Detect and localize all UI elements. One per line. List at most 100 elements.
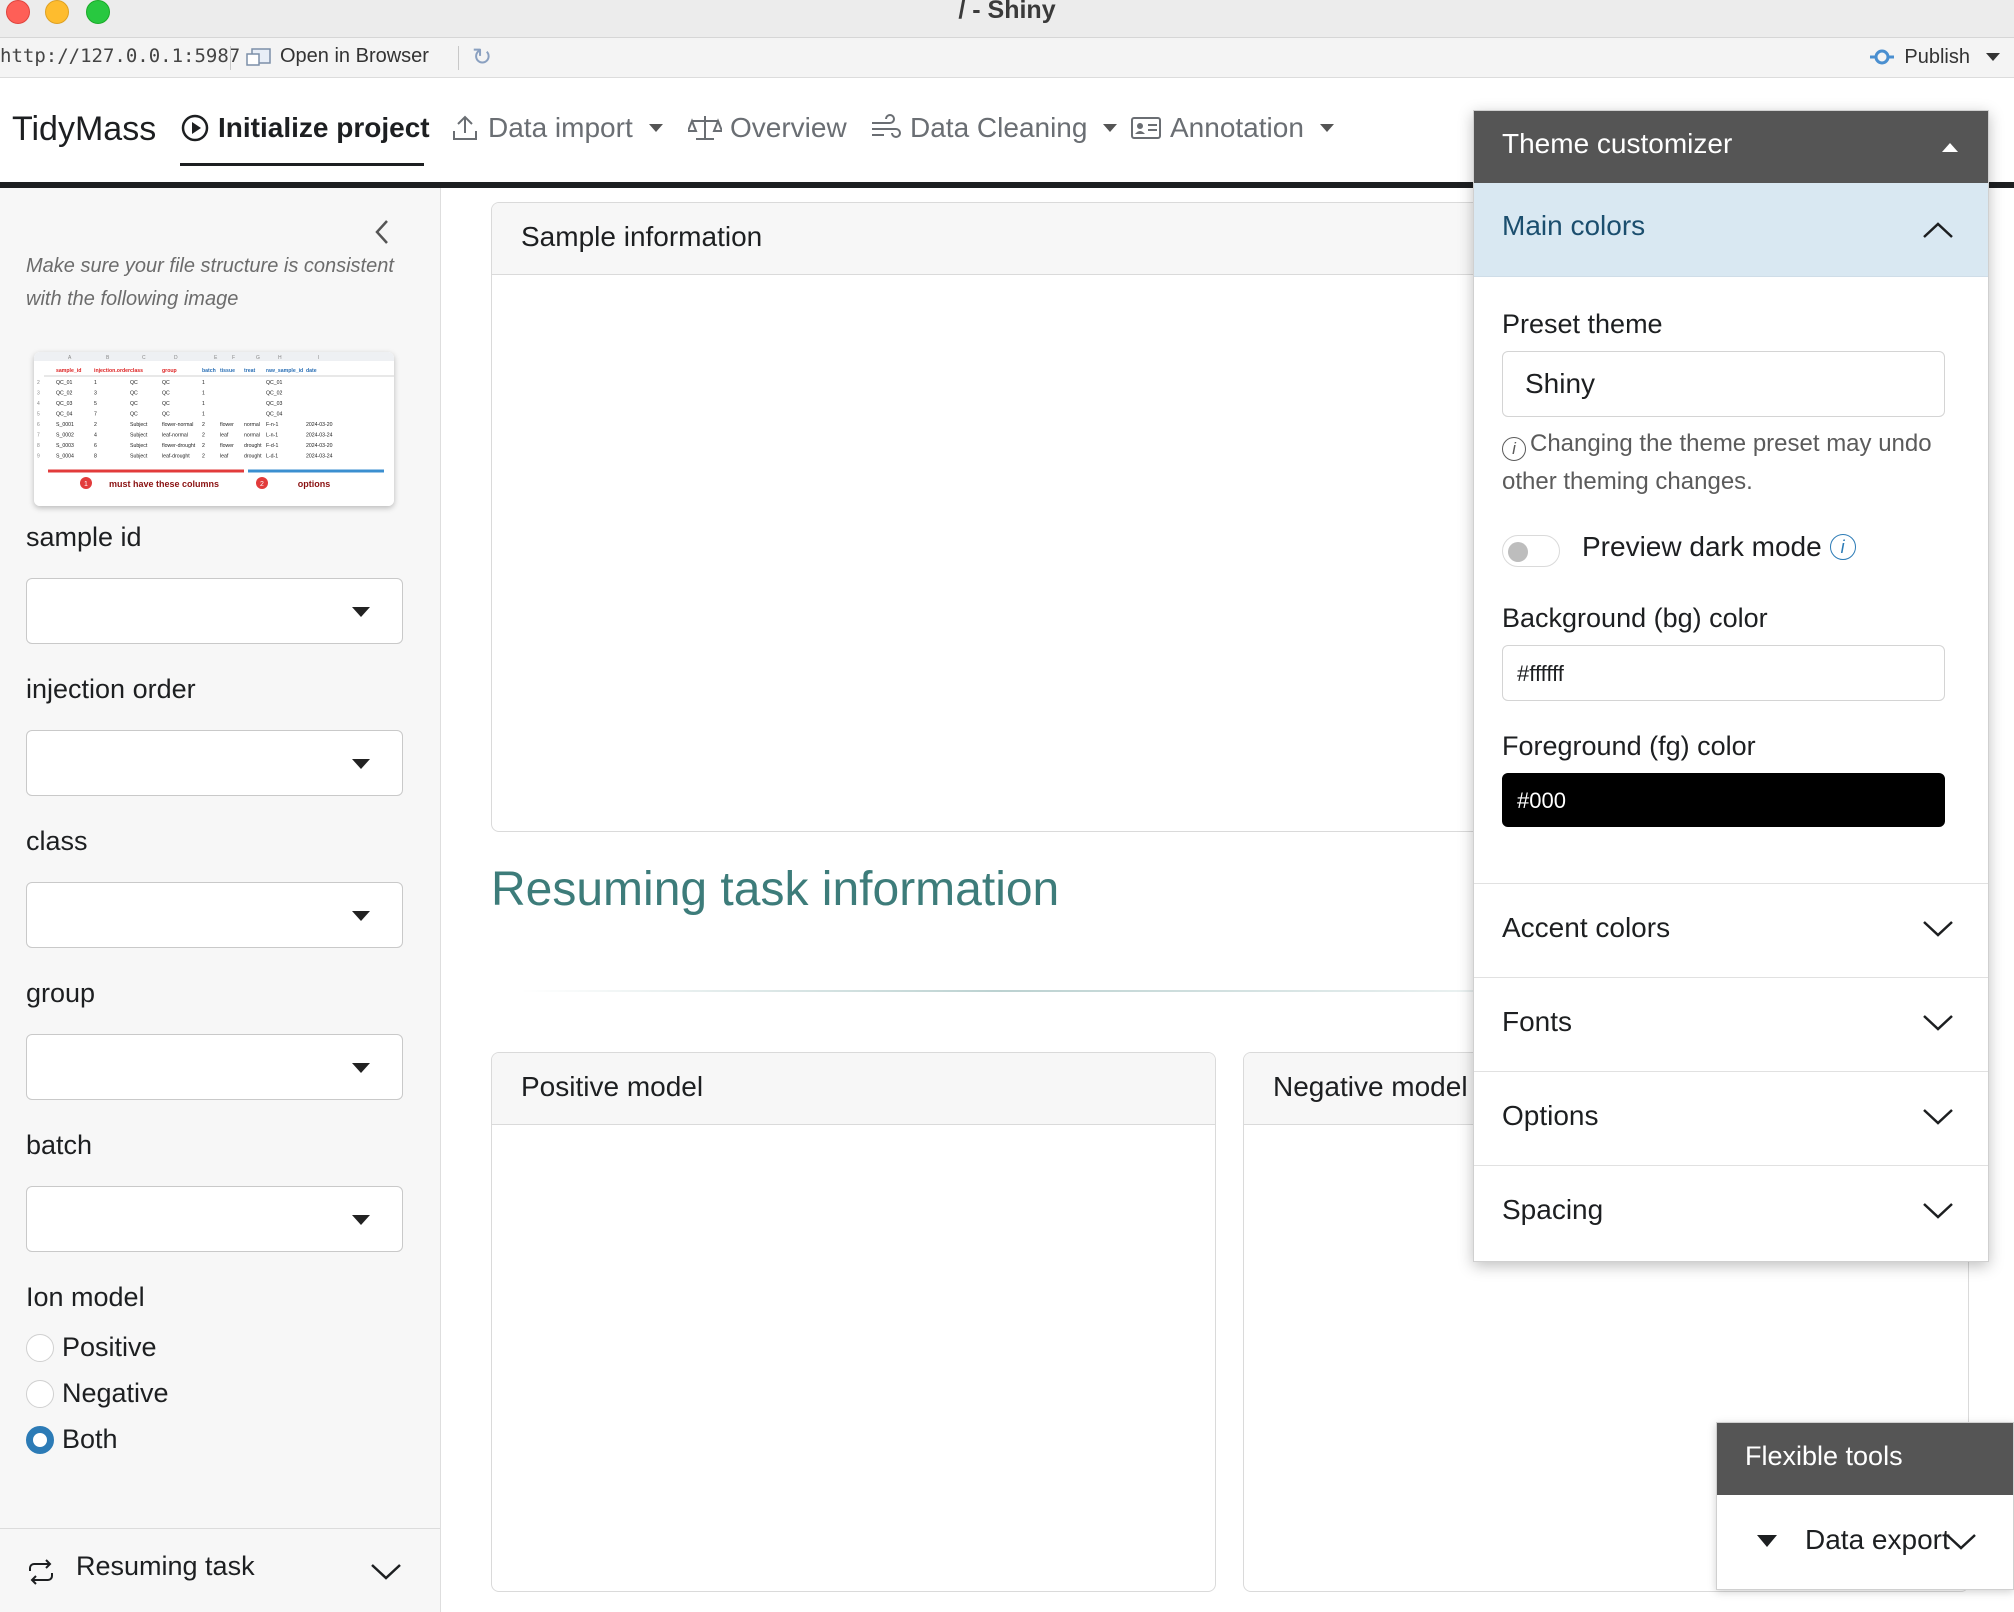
radio-label: Positive — [62, 1332, 157, 1362]
example-cell: QC — [162, 412, 170, 418]
flexible-tools-header[interactable]: Flexible tools — [1717, 1423, 2013, 1495]
preset-help-message: Changing the theme preset may undo other… — [1502, 430, 1932, 495]
refresh-icon[interactable]: ↻ — [472, 43, 492, 72]
row-number: 8 — [37, 443, 40, 449]
brand-title[interactable]: TidyMass — [12, 110, 156, 149]
chevron-down-icon — [1923, 1109, 1953, 1125]
preset-theme-value: Shiny — [1525, 368, 1596, 399]
bg-color-input[interactable]: #ffffff — [1502, 645, 1945, 701]
example-cell: 2 — [202, 433, 205, 439]
theme-customizer-header[interactable]: Theme customizer — [1474, 111, 1988, 183]
wind-icon — [872, 114, 901, 138]
example-cell: QC — [162, 401, 170, 407]
example-cell: 2 — [202, 454, 205, 460]
chevron-down-icon — [352, 911, 370, 921]
nav-label: Data Cleaning — [910, 112, 1088, 143]
spacing-accordion[interactable]: Spacing — [1474, 1165, 1988, 1259]
row-number: 6 — [37, 422, 40, 428]
bg-color-label: Background (bg) color — [1502, 603, 1768, 633]
chevron-down-icon — [1923, 921, 1953, 937]
example-cell: 1 — [202, 380, 205, 386]
positive-model-title: Positive model — [521, 1071, 704, 1102]
ion-model-label: Ion model — [26, 1282, 145, 1312]
example-column-header: sample_id — [56, 368, 81, 374]
example-column-header: batch — [202, 368, 216, 374]
injection-order-select[interactable] — [26, 730, 403, 796]
example-cell: QC — [162, 380, 170, 386]
info-icon[interactable]: i — [1829, 534, 1856, 560]
accent-colors-accordion[interactable]: Accent colors — [1474, 883, 1988, 977]
publish-button[interactable]: Publish — [1868, 45, 2000, 69]
resuming-task-accordion[interactable]: Resuming task — [0, 1528, 440, 1612]
card-header: Positive model — [492, 1053, 1215, 1125]
ion-model-positive-option[interactable]: Positive — [26, 1332, 157, 1363]
batch-select[interactable] — [26, 1186, 403, 1252]
example-cell: S_0001 — [56, 422, 74, 428]
example-cell: QC_03 — [56, 401, 73, 407]
chevron-down-icon — [648, 124, 663, 132]
balance-scale-icon — [688, 116, 722, 140]
nav-overview[interactable]: Overview — [688, 112, 847, 144]
ion-model-negative-option[interactable]: Negative — [26, 1378, 169, 1409]
example-cell: 1 — [202, 412, 205, 418]
column-letter: F — [232, 355, 235, 361]
viewer-toolbar: http://127.0.0.1:5987 Open in Browser ↻ … — [0, 38, 2014, 78]
nav-annotation[interactable]: Annotation — [1130, 112, 1334, 144]
url-display[interactable]: http://127.0.0.1:5987 — [0, 45, 240, 67]
class-select[interactable] — [26, 882, 403, 948]
fg-color-input[interactable]: #000 — [1502, 773, 1945, 827]
flexible-tools-title: Flexible tools — [1745, 1441, 1903, 1471]
nav-label: Annotation — [1170, 112, 1304, 143]
example-cell: S_0003 — [56, 443, 74, 449]
fg-color-label: Foreground (fg) color — [1502, 731, 1756, 761]
open-in-browser-button[interactable]: Open in Browser — [246, 45, 429, 68]
preset-theme-select[interactable]: Shiny — [1502, 351, 1945, 417]
chevron-down-icon — [1923, 1015, 1953, 1031]
nav-label: Data import — [488, 112, 633, 143]
group-select[interactable] — [26, 1034, 403, 1100]
nav-data-cleaning[interactable]: Data Cleaning — [870, 112, 1118, 144]
window-titlebar: / - Shiny — [0, 0, 2014, 38]
nav-initialize-project[interactable]: Initialize project — [180, 112, 430, 144]
example-cell: QC_02 — [56, 391, 73, 397]
example-column-header: injection.order — [94, 368, 130, 374]
example-cell: 6 — [94, 443, 97, 449]
chevron-down-icon — [352, 1063, 370, 1073]
radio-button[interactable] — [26, 1379, 54, 1408]
optional-columns-note: options — [298, 479, 331, 489]
nav-data-import[interactable]: Data import — [450, 112, 663, 144]
caret-up-icon[interactable] — [1942, 143, 1958, 152]
optional-marker: 2 — [260, 481, 264, 488]
example-cell: drought — [244, 454, 262, 460]
sample-id-label: sample id — [26, 522, 142, 552]
ion-model-both-option[interactable]: Both — [26, 1424, 118, 1455]
chevron-down-icon — [352, 759, 370, 769]
active-tab-indicator — [180, 163, 424, 166]
injection-order-label: injection order — [26, 674, 196, 704]
required-marker: 1 — [84, 481, 88, 488]
example-cell: 8 — [94, 454, 97, 460]
collapse-sidebar-button[interactable] — [372, 218, 392, 251]
data-export-item[interactable]: Data export — [1717, 1495, 2013, 1591]
example-cell: flower — [220, 422, 234, 428]
radio-button-selected[interactable] — [26, 1425, 54, 1454]
upload-icon — [453, 115, 477, 140]
theme-customizer-title: Theme customizer — [1502, 128, 1733, 159]
dark-mode-toggle[interactable] — [1502, 535, 1560, 567]
chevron-left-icon — [375, 220, 388, 244]
main-colors-accordion-header[interactable]: Main colors — [1474, 183, 1988, 277]
sample-id-select[interactable] — [26, 578, 403, 644]
example-column-header: raw_sample_id — [266, 368, 303, 374]
chevron-down-icon — [352, 607, 370, 617]
radio-button[interactable] — [26, 1333, 54, 1362]
resuming-task-label: Resuming task — [76, 1551, 255, 1581]
info-icon: i — [1502, 437, 1526, 461]
fonts-accordion[interactable]: Fonts — [1474, 977, 1988, 1071]
example-cell: QC — [162, 391, 170, 397]
data-export-label: Data export — [1805, 1524, 1950, 1555]
row-number: 5 — [37, 412, 40, 418]
theme-customizer-panel: Theme customizer Main colors Preset them… — [1473, 110, 1989, 1262]
example-cell: normal — [244, 433, 260, 439]
example-cell: Subject — [130, 422, 148, 428]
options-accordion[interactable]: Options — [1474, 1071, 1988, 1165]
